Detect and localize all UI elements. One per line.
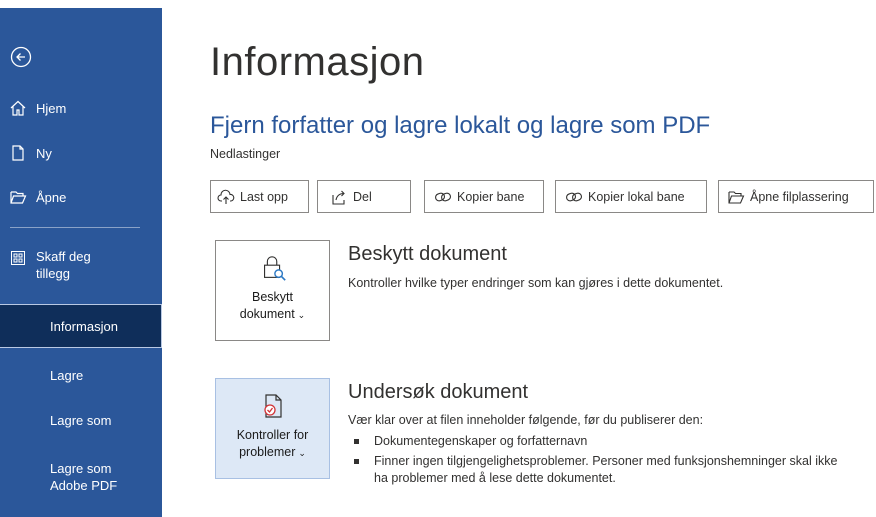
folder-open-icon	[8, 187, 28, 207]
inspect-section-title: Undersøk dokument	[348, 381, 529, 403]
protect-document-button[interactable]: Beskytt dokument ⌄	[215, 240, 330, 341]
backstage-sidebar: Hjem Ny Åpne Skaff deg tillegg Informasj…	[0, 8, 162, 517]
home-icon	[8, 98, 28, 118]
sidebar-item-save-as[interactable]: Lagre som	[0, 409, 162, 431]
back-arrow-icon	[10, 46, 32, 68]
protect-section-description: Kontroller hvilke typer endringer som ka…	[348, 276, 724, 290]
new-document-icon	[8, 143, 28, 163]
upload-label: Last opp	[240, 189, 288, 204]
open-file-location-button[interactable]: Åpne filplassering	[718, 180, 874, 213]
copy-path-button[interactable]: Kopier bane	[424, 180, 544, 213]
sidebar-item-label: Lagre som	[50, 412, 112, 428]
upload-cloud-icon	[217, 188, 235, 206]
folder-open-icon	[727, 188, 745, 206]
copy-path-label: Kopier bane	[457, 189, 525, 204]
sidebar-item-label: Åpne	[36, 189, 67, 205]
list-item: Dokumentegenskaper og forfatternavn	[350, 433, 850, 450]
share-label: Del	[353, 189, 372, 204]
sidebar-item-label: Informasjon	[50, 318, 118, 334]
chevron-down-icon: ⌄	[297, 310, 306, 320]
sidebar-divider	[10, 227, 140, 228]
chevron-down-icon: ⌄	[298, 448, 306, 458]
link-icon	[434, 188, 452, 206]
addins-icon	[8, 248, 28, 268]
sidebar-item-label: Lagre som Adobe PDF	[50, 461, 118, 493]
copy-local-path-button[interactable]: Kopier lokal bane	[555, 180, 707, 213]
document-check-icon	[258, 391, 288, 421]
protect-button-label: Beskytt dokument ⌄	[239, 290, 306, 321]
info-pane: Informasjon Fjern forfatter og lagre lok…	[162, 0, 876, 517]
sidebar-item-label: Skaff deg tillegg	[36, 249, 91, 281]
page-title: Informasjon	[210, 40, 425, 84]
sidebar-item-new[interactable]: Ny	[0, 140, 162, 166]
lock-search-icon	[258, 253, 288, 283]
document-title: Fjern forfatter og lagre lokalt og lagre…	[210, 112, 711, 139]
sidebar-item-label: Ny	[36, 145, 52, 161]
inspect-section-description: Vær klar over at filen inneholder følgen…	[348, 413, 704, 427]
sidebar-item-label: Hjem	[36, 100, 67, 116]
check-for-issues-button[interactable]: Kontroller for problemer ⌄	[215, 378, 330, 479]
inspect-issues-list: Dokumentegenskaper og forfatternavn Finn…	[350, 433, 850, 490]
open-file-location-label: Åpne filplassering	[750, 189, 849, 204]
back-button[interactable]	[8, 44, 34, 70]
sidebar-item-save[interactable]: Lagre	[0, 364, 162, 386]
sidebar-item-open[interactable]: Åpne	[0, 184, 162, 210]
upload-button[interactable]: Last opp	[210, 180, 309, 213]
share-button[interactable]: Del	[317, 180, 411, 213]
sidebar-item-save-as-pdf[interactable]: Lagre som Adobe PDF	[0, 457, 162, 497]
word-backstage: Hjem Ny Åpne Skaff deg tillegg Informasj…	[0, 0, 876, 517]
sidebar-item-label: Lagre	[50, 367, 84, 383]
check-issues-button-label: Kontroller for problemer ⌄	[236, 428, 309, 459]
link-icon	[565, 188, 583, 206]
document-path: Nedlastinger	[210, 147, 281, 161]
copy-local-path-label: Kopier lokal bane	[588, 189, 685, 204]
sidebar-item-addins[interactable]: Skaff deg tillegg	[0, 248, 162, 288]
sidebar-item-info[interactable]: Informasjon	[0, 304, 162, 348]
protect-section-title: Beskytt dokument	[348, 243, 507, 265]
sidebar-item-home[interactable]: Hjem	[0, 95, 162, 121]
list-item: Finner ingen tilgjengelighetsproblemer. …	[350, 453, 850, 487]
share-icon	[330, 188, 348, 206]
